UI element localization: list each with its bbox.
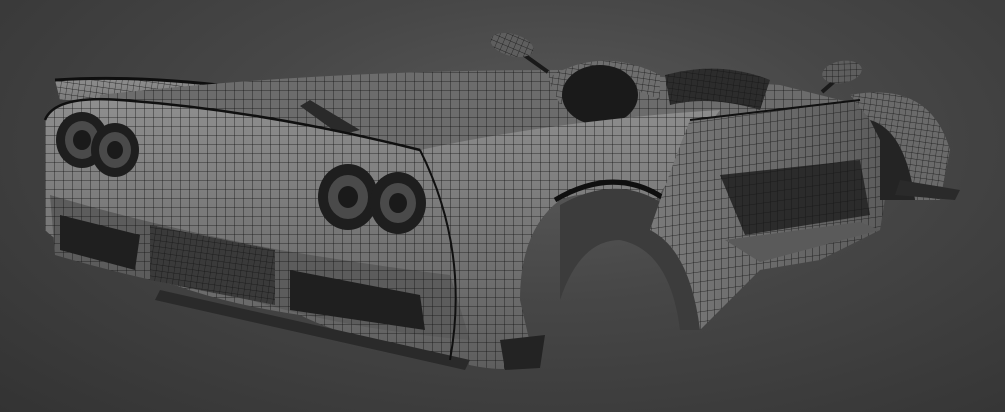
left-mirror: [490, 32, 550, 74]
car-wireframe-render: [43, 32, 960, 370]
3d-viewport[interactable]: [0, 0, 1005, 412]
right-mirror: [820, 60, 862, 94]
